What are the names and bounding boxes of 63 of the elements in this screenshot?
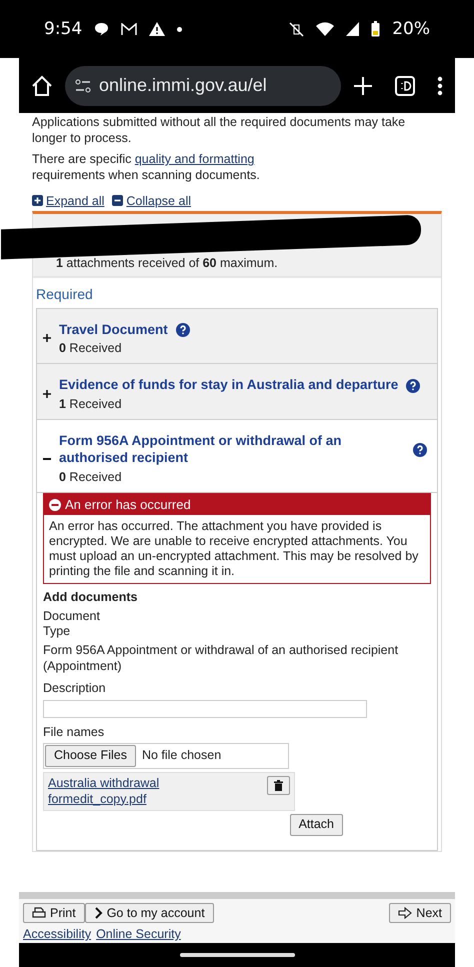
mail-icon [121, 22, 138, 36]
more-menu-icon[interactable] [437, 76, 443, 96]
help-icon[interactable] [176, 322, 190, 337]
footer-link[interactable]: Online Security [96, 927, 181, 941]
document-title[interactable]: Travel Document [59, 322, 168, 338]
document-title[interactable]: Form 956A Appointment or withdrawal of an authorised recipient [59, 433, 405, 467]
battery-icon [371, 21, 380, 37]
description-label: Description [43, 681, 107, 697]
file-picker[interactable]: Choose Files No file chosen [43, 743, 289, 769]
account-button[interactable]: Go to my account [84, 903, 214, 923]
muted-vibration-icon [289, 22, 304, 36]
document-row[interactable]: Evidence of funds for stay in Australia and departure 1 Received [37, 364, 437, 420]
collapse-all-link[interactable]: Collapse all [112, 194, 191, 208]
error-title: An error has occurred [65, 497, 191, 512]
document-type-value: Form 956A Appointment or withdrawal of an authorised recipient (Appointment) [43, 642, 400, 674]
section-title: Required [36, 286, 94, 302]
dot-icon [177, 26, 182, 32]
file-names-label: File names [43, 724, 106, 740]
home-icon[interactable] [31, 74, 53, 96]
attach-button[interactable]: Attach [290, 814, 343, 836]
intro-text: Applications submitted without all the required documents may take longer to process. [32, 115, 406, 146]
warning-icon [149, 22, 166, 36]
document-title[interactable]: Evidence of funds for stay in Australia and departure [59, 377, 398, 394]
print-button[interactable]: Print [23, 903, 85, 923]
tab-switcher-icon[interactable] [395, 76, 415, 96]
trash-icon [274, 780, 283, 791]
arrow-right-icon [398, 907, 412, 919]
battery-percentage: 20% [392, 19, 430, 39]
document-row[interactable]: Travel Document 0 Received [37, 308, 437, 364]
signal-icon [346, 22, 360, 36]
description-field[interactable] [43, 700, 367, 718]
attachments-count: 1 attachments received of 60 maximum. [56, 256, 279, 270]
error-message: An error has occurred. The attachment you have provided is encrypted. We are unable to receive encrypted attachments. You must upload an un-encrypted attachment. This may be resolved by printing the file and scanning it in. [48, 518, 420, 580]
delete-button[interactable] [267, 776, 290, 795]
document-type-label: Document Type [43, 608, 101, 640]
plus-icon [43, 390, 51, 398]
received-count: 1 Received [59, 397, 123, 412]
plus-square-icon [32, 195, 43, 206]
address-bar[interactable]: online.immi.gov.au/el [65, 66, 341, 106]
plus-icon[interactable] [353, 76, 373, 96]
printer-icon [32, 907, 46, 919]
scanning-note: There are specific quality and formatting requirements when scanning documents. [32, 152, 261, 184]
site-settings-icon [75, 78, 91, 92]
footer-link[interactable]: Accessibility [23, 927, 92, 941]
chevron-right-icon [94, 907, 103, 919]
minus-circle-icon [49, 498, 61, 510]
received-count: 0 Received [59, 470, 123, 484]
chat-bubble-icon [94, 22, 110, 36]
help-icon[interactable] [406, 378, 420, 393]
help-icon[interactable] [413, 443, 427, 458]
choose-files-button[interactable]: Choose Files [45, 745, 136, 767]
clock: 9:54 [44, 19, 82, 39]
wifi-icon [316, 22, 334, 36]
quality-link[interactable]: quality and formatting [134, 152, 254, 166]
minus-icon [43, 458, 51, 460]
file-link[interactable]: Australia withdrawal formedit_copy.pdf [48, 776, 178, 808]
minus-square-icon [112, 195, 124, 206]
received-count: 0 Received [59, 341, 123, 356]
add-documents-heading: Add documents [43, 590, 138, 606]
plus-icon [43, 334, 51, 342]
next-button[interactable]: Next [389, 903, 451, 923]
expand-all-link[interactable]: Expand all [32, 194, 104, 208]
no-file-text: No file chosen [142, 748, 222, 764]
